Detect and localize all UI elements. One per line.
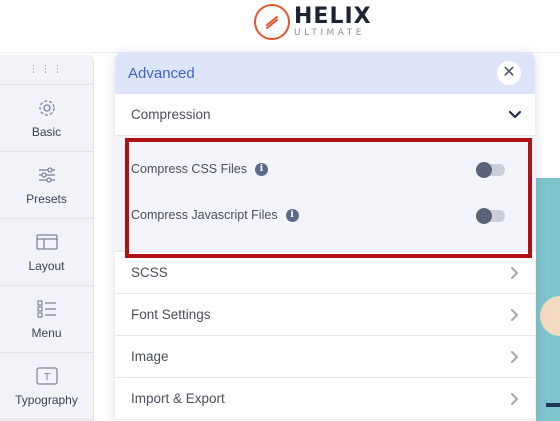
- sliders-icon: [36, 164, 58, 186]
- option-label: Compress Javascript Files: [131, 208, 278, 222]
- sidebar-item-label: Basic: [31, 125, 62, 139]
- section-label: Import & Export: [131, 391, 225, 406]
- sidebar-item-layout[interactable]: Layout: [0, 219, 93, 286]
- sidebar-item-basic[interactable]: Basic: [0, 85, 93, 152]
- svg-text:T: T: [42, 372, 50, 383]
- section-compression[interactable]: Compression: [115, 94, 535, 136]
- sidebar: ⋮⋮⋮ Basic Presets Layout Menu T Typograp…: [0, 55, 94, 421]
- section-label: SCSS: [131, 265, 168, 280]
- sidebar-item-presets[interactable]: Presets: [0, 152, 93, 219]
- menu-list-icon: [36, 298, 58, 320]
- option-compress-css: Compress CSS Files i: [131, 162, 268, 176]
- section-label: Font Settings: [131, 307, 211, 322]
- compress-js-toggle[interactable]: [476, 208, 505, 224]
- sidebar-item-label: Layout: [28, 259, 65, 273]
- info-icon[interactable]: i: [255, 162, 268, 176]
- panel-title: Advanced: [128, 64, 195, 82]
- background-page-image: [536, 178, 560, 421]
- section-scss[interactable]: SCSS: [115, 252, 535, 294]
- chevron-right-icon: [509, 392, 521, 405]
- sidebar-item-label: Typography: [15, 393, 78, 407]
- section-image[interactable]: Image: [115, 336, 535, 378]
- sidebar-item-label: Presets: [26, 192, 67, 206]
- section-font-settings[interactable]: Font Settings: [115, 294, 535, 336]
- chevron-right-icon: [509, 350, 521, 363]
- close-button[interactable]: ✕: [497, 61, 521, 85]
- drag-handle-icon[interactable]: ⋮⋮⋮: [0, 55, 93, 85]
- option-compress-js: Compress Javascript Files i: [131, 208, 299, 222]
- typography-icon: T: [35, 365, 58, 387]
- section-label: Compression: [131, 107, 211, 122]
- helix-logo-icon: [254, 4, 290, 40]
- logo-title: HELIX: [294, 4, 372, 29]
- chevron-right-icon: [509, 308, 521, 321]
- helix-ultimate-logo: HELIX ULTIMATE: [254, 4, 372, 40]
- compression-options: Compress CSS Files i Compress Javascript…: [115, 136, 535, 252]
- compress-css-toggle[interactable]: [476, 162, 505, 178]
- close-icon: ✕: [502, 64, 516, 81]
- sidebar-item-typography[interactable]: T Typography: [0, 353, 93, 420]
- info-icon[interactable]: i: [285, 208, 299, 222]
- chevron-right-icon: [509, 266, 521, 279]
- chevron-down-icon: [509, 109, 521, 121]
- advanced-settings-panel: Advanced ✕ Compression Compress CSS File…: [115, 52, 535, 421]
- logo-subtitle: ULTIMATE: [294, 28, 365, 38]
- sidebar-item-label: Menu: [31, 326, 62, 340]
- section-label: Image: [131, 349, 169, 364]
- gear-icon: [36, 97, 58, 119]
- option-label: Compress CSS Files: [131, 162, 247, 176]
- panel-header: Advanced ✕: [115, 52, 535, 94]
- sidebar-item-menu[interactable]: Menu: [0, 286, 93, 353]
- section-import-export[interactable]: Import & Export: [115, 378, 535, 420]
- layout-icon: [35, 231, 58, 253]
